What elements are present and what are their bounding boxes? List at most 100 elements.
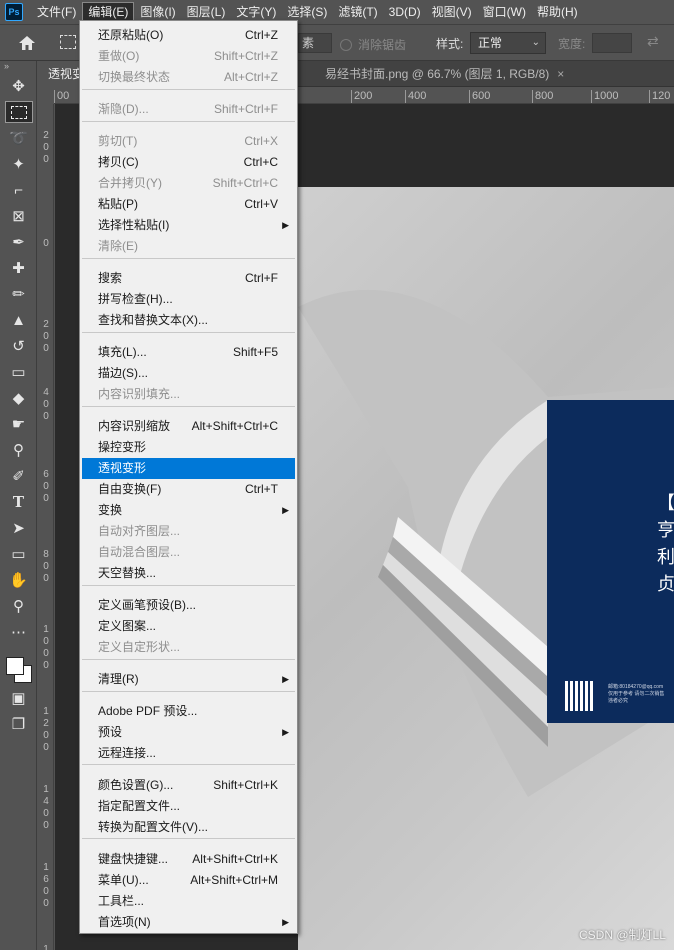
menu-item[interactable]: 颜色设置(G)... Shift+Ctrl+K	[82, 775, 295, 796]
foreground-color-swatch[interactable]	[6, 657, 24, 675]
menu-item[interactable]: 定义画笔预设(B)...	[82, 595, 295, 616]
history-brush-tool-icon[interactable]: ↺	[0, 333, 37, 359]
menu-image[interactable]: 图像(I)	[135, 2, 180, 22]
menu-item[interactable]: 操控变形	[82, 437, 295, 458]
menu-item[interactable]: 搜索 Ctrl+F	[82, 268, 295, 289]
menu-item-shortcut: Shift+Ctrl+F	[213, 102, 278, 116]
menu-file[interactable]: 文件(F)	[32, 2, 81, 22]
menu-item-label: 远程连接...	[98, 746, 157, 760]
menu-item-label: 选择性粘贴(I)	[98, 218, 170, 232]
ruler-label: 600	[43, 469, 49, 504]
collapse-icon[interactable]: »	[0, 61, 36, 73]
pen-tool-icon[interactable]: ✐	[0, 463, 37, 489]
marquee-tool-icon[interactable]	[0, 99, 37, 125]
menu-item[interactable]: 远程连接...	[82, 743, 295, 764]
menu-item-label: 查找和替换文本(X)...	[98, 313, 208, 327]
menu-item-label: 清理(R)	[98, 672, 139, 686]
menu-item[interactable]: 描边(S)...	[82, 363, 295, 384]
menu-item[interactable]: 指定配置文件...	[82, 796, 295, 817]
healing-brush-tool-icon[interactable]: ✚	[0, 255, 37, 281]
tab-book-cover[interactable]: 易经书封面.png @ 66.7% (图层 1, RGB/8) ×	[315, 61, 574, 87]
eraser-tool-icon[interactable]: ▭	[0, 359, 37, 385]
stamp-tool-icon[interactable]: ▲	[0, 307, 37, 333]
style-select[interactable]: 正常 ⌄	[470, 32, 546, 54]
menu-item-shortcut: Ctrl+X	[244, 134, 278, 148]
menu-item[interactable]: 粘贴(P) Ctrl+V	[82, 194, 295, 215]
menu-item-label: 定义画笔预设(B)...	[98, 598, 196, 612]
menu-item-label: 切换最终状态	[98, 70, 171, 84]
menu-item-shortcut: Shift+Ctrl+K	[213, 778, 278, 792]
home-icon[interactable]	[17, 34, 37, 52]
menu-item: 切换最终状态 Alt+Ctrl+Z	[82, 67, 295, 88]
move-tool-icon[interactable]: ✥	[0, 73, 37, 99]
menu-item-label: 定义图案...	[98, 619, 157, 633]
more-tools-icon[interactable]: ⋯	[0, 619, 37, 645]
menu-item[interactable]: 预设 ▶	[82, 722, 295, 743]
menu-separator	[82, 121, 295, 122]
frame-tool-icon[interactable]: ⊠	[0, 203, 37, 229]
menu-item[interactable]: 透视变形	[82, 458, 295, 479]
width-input[interactable]	[592, 33, 632, 53]
menu-type[interactable]: 文字(Y)	[231, 2, 281, 22]
rect-marquee-option-icon[interactable]	[60, 35, 76, 49]
menu-item[interactable]: 工具栏...	[82, 891, 295, 912]
eyedropper-tool-icon[interactable]: ✒	[0, 229, 37, 255]
menu-layer[interactable]: 图层(L)	[182, 2, 231, 22]
ruler-label: 400	[405, 90, 426, 103]
menu-item[interactable]: 清理(R) ▶	[82, 669, 295, 690]
menu-separator	[82, 332, 295, 333]
menu-item[interactable]: 查找和替换文本(X)...	[82, 310, 295, 331]
menu-item[interactable]: 自由变换(F) Ctrl+T	[82, 479, 295, 500]
menu-item[interactable]: 拷贝(C) Ctrl+C	[82, 152, 295, 173]
menu-item[interactable]: 菜单(U)... Alt+Shift+Ctrl+M	[82, 870, 295, 891]
menu-help[interactable]: 帮助(H)	[532, 2, 583, 22]
menu-item[interactable]: 填充(L)... Shift+F5	[82, 342, 295, 363]
antialias-checkbox[interactable]: 消除锯齿	[340, 36, 406, 53]
hand-tool-icon[interactable]: ✋	[0, 567, 37, 593]
menu-item[interactable]: 还原粘贴(O) Ctrl+Z	[82, 25, 295, 46]
menu-item[interactable]: 选择性粘贴(I) ▶	[82, 215, 295, 236]
brush-tool-icon[interactable]: ✏	[0, 281, 37, 307]
path-selection-tool-icon[interactable]: ➤	[0, 515, 37, 541]
menu-item[interactable]: 变换 ▶	[82, 500, 295, 521]
type-tool-icon[interactable]: T	[0, 489, 37, 515]
paint-bucket-tool-icon[interactable]: ◆	[0, 385, 37, 411]
dodge-tool-icon[interactable]: ⚲	[0, 437, 37, 463]
screen-mode-icon[interactable]: ❐	[0, 711, 37, 737]
menu-item-label: 首选项(N)	[98, 915, 151, 929]
menu-view[interactable]: 视图(V)	[427, 2, 477, 22]
menu-edit[interactable]: 编辑(E)	[82, 2, 135, 22]
menu-item-label: 键盘快捷键...	[98, 852, 169, 866]
menu-item-label: 清除(E)	[98, 239, 138, 253]
menu-3d[interactable]: 3D(D)	[384, 2, 426, 22]
menu-item[interactable]: 首选项(N) ▶	[82, 912, 295, 933]
menu-item[interactable]: 转换为配置文件(V)...	[82, 817, 295, 838]
menu-item[interactable]: 天空替换...	[82, 563, 295, 584]
quick-mask-icon[interactable]: ▣	[0, 685, 37, 711]
menu-item-label: 定义自定形状...	[98, 640, 181, 654]
menu-item[interactable]: 内容识别缩放 Alt+Shift+Ctrl+C	[82, 416, 295, 437]
menu-item[interactable]: 拼写检查(H)...	[82, 289, 295, 310]
swap-icon[interactable]: ⇄	[647, 33, 659, 50]
menu-item-label: 天空替换...	[98, 566, 157, 580]
feather-input[interactable]: 素	[298, 33, 332, 53]
crop-tool-icon[interactable]: ⌐	[0, 177, 37, 203]
menu-window[interactable]: 窗口(W)	[478, 2, 531, 22]
smudge-tool-icon[interactable]: ☛	[0, 411, 37, 437]
menu-filter[interactable]: 滤镜(T)	[333, 2, 382, 22]
zoom-tool-icon[interactable]: ⚲	[0, 593, 37, 619]
ruler-label: 1200	[43, 706, 49, 753]
lasso-tool-icon[interactable]: ➰	[0, 125, 37, 151]
menu-item[interactable]: 定义图案...	[82, 616, 295, 637]
rectangle-tool-icon[interactable]: ▭	[0, 541, 37, 567]
menu-separator	[82, 89, 295, 90]
magic-wand-tool-icon[interactable]: ✦	[0, 151, 37, 177]
color-swatches[interactable]	[0, 645, 37, 685]
menu-item-label: 拼写检查(H)...	[98, 292, 173, 306]
menu-item[interactable]: 键盘快捷键... Alt+Shift+Ctrl+K	[82, 849, 295, 870]
close-icon[interactable]: ×	[557, 67, 564, 81]
submenu-arrow-icon: ▶	[282, 220, 289, 230]
menu-item-label: 填充(L)...	[98, 345, 147, 359]
menu-item[interactable]: Adobe PDF 预设...	[82, 701, 295, 722]
menu-select[interactable]: 选择(S)	[282, 2, 332, 22]
